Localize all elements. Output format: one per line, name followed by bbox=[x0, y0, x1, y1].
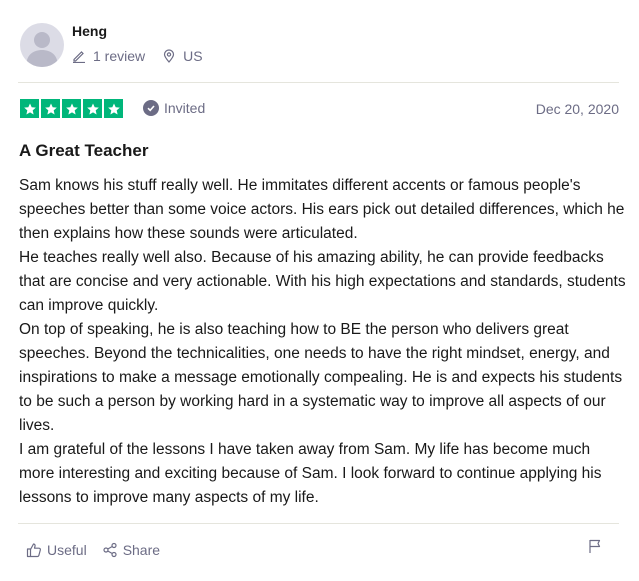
share-button[interactable]: Share bbox=[102, 542, 160, 558]
star-icon bbox=[62, 99, 81, 118]
star-icon bbox=[20, 99, 39, 118]
invited-badge[interactable]: Invited bbox=[143, 100, 205, 116]
review-title: A Great Teacher bbox=[19, 141, 149, 160]
review-paragraph: I am grateful of the lessons I have take… bbox=[19, 441, 602, 506]
reviewer-country: US bbox=[183, 48, 203, 64]
star-icon bbox=[104, 99, 123, 118]
review-date: Dec 20, 2020 bbox=[535, 101, 619, 117]
reviewer-meta: 1 review US bbox=[72, 48, 203, 64]
check-circle-icon bbox=[143, 100, 159, 116]
reviewer-name[interactable]: Heng bbox=[72, 23, 107, 39]
invited-label: Invited bbox=[164, 100, 206, 116]
flag-icon[interactable] bbox=[587, 538, 603, 554]
review-body: Sam knows his stuff really well. He immi… bbox=[19, 174, 629, 510]
review-card: Heng 1 review US Invited Dec 20, 2020 A … bbox=[0, 0, 639, 581]
star-icon bbox=[41, 99, 60, 118]
review-paragraph: Sam knows his stuff really well. He immi… bbox=[19, 177, 625, 242]
useful-label: Useful bbox=[47, 542, 87, 558]
review-paragraph: He teaches really well also. Because of … bbox=[19, 249, 626, 314]
star-rating bbox=[20, 99, 125, 118]
user-avatar-icon[interactable] bbox=[20, 23, 64, 67]
pencil-icon bbox=[72, 49, 86, 63]
share-label: Share bbox=[122, 542, 161, 558]
star-icon bbox=[83, 99, 102, 118]
review-paragraph: On top of speaking, he is also teaching … bbox=[19, 321, 623, 434]
review-actions: Useful Share bbox=[26, 542, 160, 558]
share-icon bbox=[102, 542, 118, 558]
divider bbox=[18, 523, 619, 524]
useful-button[interactable]: Useful bbox=[26, 542, 87, 558]
thumbs-up-icon bbox=[26, 542, 42, 558]
location-pin-icon bbox=[162, 49, 176, 63]
divider bbox=[18, 82, 619, 83]
review-count: 1 review bbox=[93, 48, 146, 64]
